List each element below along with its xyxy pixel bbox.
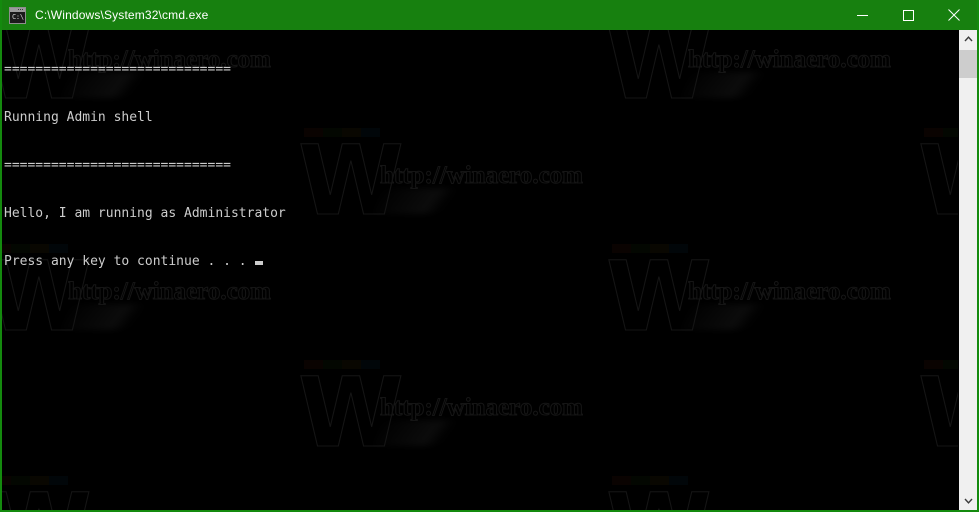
watermark-colorbar-segment (11, 476, 30, 485)
watermark-tile: Whttp://winaero.com (918, 360, 958, 472)
watermark-colorbar-segment (631, 244, 650, 253)
console-line-with-cursor: Press any key to continue . . . (4, 254, 286, 270)
watermark-logo-letter: W (298, 125, 405, 237)
watermark-tile: Whttp://winaero.com (918, 128, 958, 240)
watermark-colorbar (612, 476, 688, 485)
watermark-colorbar-segment (2, 476, 11, 485)
watermark-swoosh (372, 420, 466, 446)
watermark-url: http://winaero.com (380, 394, 584, 421)
watermark-colorbar-segment (612, 476, 631, 485)
watermark-colorbar-segment (631, 476, 650, 485)
close-icon (948, 9, 960, 21)
watermark-colorbar-segment (342, 360, 361, 369)
watermark-colorbar-segment (943, 360, 958, 369)
text-cursor (255, 261, 264, 265)
minimize-icon (856, 14, 868, 16)
watermark-colorbar-segment (342, 128, 361, 137)
watermark-colorbar (2, 476, 68, 485)
watermark-colorbar-segment (304, 360, 323, 369)
titlebar[interactable]: C:\ C:\Windows\System32\cmd.exe (2, 0, 977, 30)
scrollbar-track[interactable] (959, 48, 977, 492)
watermark-colorbar-segment (361, 360, 380, 369)
scrollbar-thumb[interactable] (959, 50, 977, 78)
watermark-url: http://winaero.com (688, 278, 892, 305)
console-text: ============================= Running Ad… (4, 30, 286, 302)
watermark-colorbar (304, 128, 380, 137)
vertical-scrollbar[interactable] (958, 30, 977, 510)
console-line: ============================= (4, 62, 231, 77)
watermark-logo-letter: W (298, 357, 405, 469)
watermark-tile: Whttp://winaero.com (2, 476, 316, 510)
cmd-icon-prompt: C:\ (12, 12, 24, 21)
watermark-tile: Whttp://winaero.com (298, 128, 628, 240)
watermark-colorbar-segment (650, 476, 669, 485)
watermark-swoosh (680, 304, 774, 330)
watermark-colorbar-segment (323, 360, 342, 369)
titlebar-buttons (839, 0, 977, 30)
watermark-swoosh (680, 72, 774, 98)
watermark-tile: Whttp://winaero.com (606, 476, 936, 510)
watermark-colorbar-segment (49, 476, 68, 485)
window-body: Whttp://winaero.comWhttp://winaero.comWh… (2, 30, 977, 510)
watermark-logo-letter: W (606, 30, 713, 121)
watermark-url: http://winaero.com (688, 46, 892, 73)
watermark-colorbar-segment (304, 128, 323, 137)
watermark-colorbar-segment (924, 360, 943, 369)
chevron-up-icon (963, 36, 973, 42)
watermark-tile: Whttp://winaero.com (606, 30, 936, 124)
minimize-button[interactable] (839, 0, 885, 30)
watermark-colorbar (924, 360, 958, 369)
maximize-icon (902, 9, 914, 21)
cmd-icon: C:\ (9, 6, 26, 24)
chevron-down-icon (963, 498, 973, 504)
watermark-colorbar-segment (650, 244, 669, 253)
console-line: Hello, I am running as Administrator (4, 206, 286, 221)
watermark-colorbar (612, 244, 688, 253)
scroll-up-button[interactable] (959, 30, 977, 48)
console-line-text: Press any key to continue . . . (4, 254, 255, 269)
watermark-tile: Whttp://winaero.com (606, 244, 936, 356)
watermark-logo-letter: W (918, 133, 958, 230)
cmd-icon-titlebar (10, 7, 25, 12)
watermark-url: http://winaero.com (380, 162, 584, 189)
console-line: ============================= (4, 158, 231, 173)
watermark-colorbar-segment (30, 476, 49, 485)
cmd-window: C:\ C:\Windows\System32\cmd.exe http://w… (0, 0, 979, 512)
window-title: C:\Windows\System32\cmd.exe (35, 8, 209, 22)
watermark-colorbar (924, 128, 958, 137)
watermark-colorbar-segment (612, 244, 631, 253)
watermark-colorbar (304, 360, 380, 369)
watermark-logo-letter: W (2, 481, 92, 511)
watermark-colorbar-segment (669, 244, 688, 253)
watermark-logo-letter: W (606, 241, 713, 353)
watermark-colorbar-segment (323, 128, 342, 137)
watermark-colorbar-segment (361, 128, 380, 137)
watermark-swoosh (60, 304, 154, 330)
watermark-logo-letter: W (606, 481, 713, 511)
watermark-colorbar-segment (943, 128, 958, 137)
watermark-logo-letter: W (918, 365, 958, 462)
maximize-button[interactable] (885, 0, 931, 30)
close-button[interactable] (931, 0, 977, 30)
titlebar-left-group: C:\ C:\Windows\System32\cmd.exe (2, 6, 839, 24)
scroll-down-button[interactable] (959, 492, 977, 510)
watermark-colorbar-segment (924, 128, 943, 137)
watermark-swoosh (372, 188, 466, 214)
watermark-tile: Whttp://winaero.com (298, 360, 628, 472)
console-output-area[interactable]: Whttp://winaero.comWhttp://winaero.comWh… (2, 30, 958, 510)
console-line: Running Admin shell (4, 110, 153, 125)
watermark-colorbar-segment (669, 476, 688, 485)
